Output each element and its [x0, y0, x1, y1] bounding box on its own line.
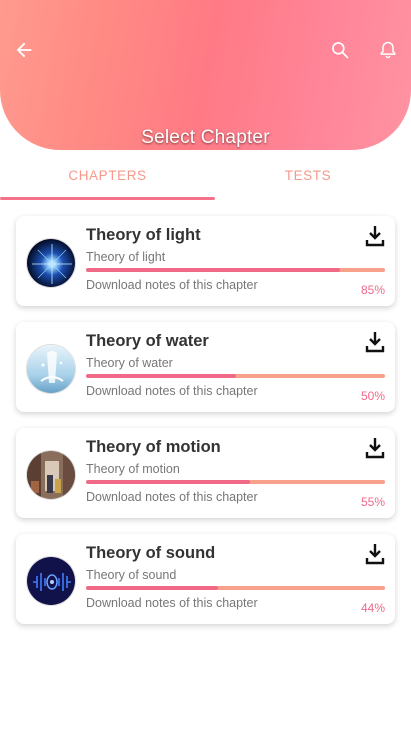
progress-fill — [86, 480, 251, 484]
download-icon[interactable] — [365, 331, 385, 353]
chapter-card-motion[interactable]: Theory of motion Theory of motion Downlo… — [16, 428, 395, 518]
download-icon[interactable] — [365, 437, 385, 459]
download-icon[interactable] — [365, 543, 385, 565]
chapter-title: Theory of motion — [86, 438, 221, 456]
progress-percent: 55% — [360, 495, 385, 509]
water-splash-image — [26, 344, 76, 394]
active-tab-indicator — [0, 197, 215, 200]
progress-fill — [86, 374, 236, 378]
chapter-card-sound[interactable]: Theory of sound Theory of sound Download… — [16, 534, 395, 624]
app-header: Select Chapter — [0, 0, 411, 150]
progress-bar — [86, 586, 385, 590]
progress-bar — [86, 480, 385, 484]
download-notes-label[interactable]: Download notes of this chapter — [86, 596, 258, 610]
street-motion-image — [26, 450, 76, 500]
back-arrow-icon[interactable] — [10, 36, 38, 64]
download-icon[interactable] — [365, 225, 385, 247]
bell-icon[interactable] — [374, 36, 402, 64]
chapter-title: Theory of water — [86, 332, 209, 350]
chapter-card-water[interactable]: Theory of water Theory of water Download… — [16, 322, 395, 412]
progress-bar — [86, 374, 385, 378]
tab-bar: CHAPTERS TESTS — [0, 160, 411, 200]
download-notes-label[interactable]: Download notes of this chapter — [86, 278, 258, 292]
chapter-subtitle: Theory of water — [86, 356, 173, 370]
light-burst-image — [26, 238, 76, 288]
chapter-subtitle: Theory of light — [86, 250, 166, 264]
progress-percent: 50% — [360, 389, 385, 403]
progress-fill — [86, 268, 341, 272]
progress-percent: 44% — [360, 601, 385, 615]
progress-bar — [86, 268, 385, 272]
page-title: Select Chapter — [141, 127, 270, 148]
chapter-title: Theory of light — [86, 226, 201, 244]
download-notes-label[interactable]: Download notes of this chapter — [86, 384, 258, 398]
tab-chapters[interactable]: CHAPTERS — [0, 160, 215, 200]
search-icon[interactable] — [326, 36, 354, 64]
chapter-card-light[interactable]: Theory of light Theory of light Download… — [16, 216, 395, 306]
sound-wave-image — [26, 556, 76, 606]
progress-percent: 85% — [360, 283, 385, 297]
chapter-subtitle: Theory of sound — [86, 568, 177, 582]
chapter-title: Theory of sound — [86, 544, 216, 562]
progress-fill — [86, 586, 218, 590]
download-notes-label[interactable]: Download notes of this chapter — [86, 490, 258, 504]
tab-tests[interactable]: TESTS — [205, 160, 411, 200]
chapter-subtitle: Theory of motion — [86, 462, 180, 476]
